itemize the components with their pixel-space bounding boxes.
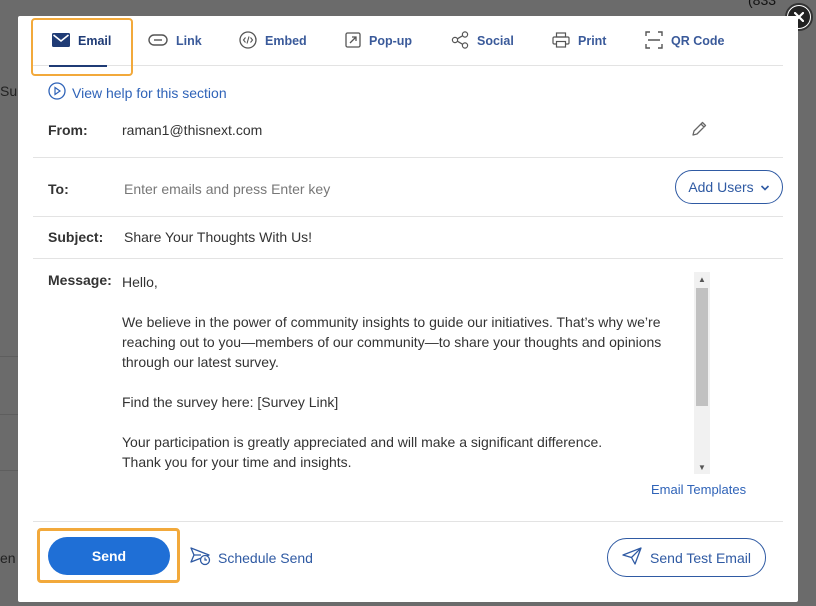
message-paragraph: Find the survey here: [Survey Link] [122, 394, 339, 410]
share-tabs: Email Link Embed Pop-up Social Print QR … [33, 16, 783, 67]
background-text-fragment: en [0, 550, 16, 566]
active-tab-indicator [49, 65, 107, 67]
view-help-label: View help for this section [72, 84, 227, 101]
link-icon [148, 33, 168, 49]
schedule-send-icon [190, 546, 212, 569]
schedule-send-button[interactable]: Schedule Send [190, 546, 313, 569]
subject-label: Subject: [48, 229, 104, 245]
message-paragraph: Hello, [122, 274, 158, 290]
message-textarea[interactable]: Hello, We believe in the power of commun… [122, 272, 692, 472]
printer-icon [552, 31, 570, 51]
tab-popup-label: Pop-up [369, 34, 413, 48]
schedule-send-label: Schedule Send [218, 549, 313, 566]
email-templates-link[interactable]: Email Templates [651, 482, 746, 497]
popup-icon [345, 31, 361, 51]
tab-qr-code-label: QR Code [671, 34, 725, 48]
qr-frame-icon [645, 30, 663, 52]
tab-embed[interactable]: Embed [239, 28, 307, 54]
background-text-fragment: Su [0, 83, 18, 99]
envelope-icon [52, 32, 70, 50]
tab-link[interactable]: Link [148, 28, 202, 54]
from-value: raman1@thisnext.com [122, 122, 263, 138]
scroll-up-arrow-icon[interactable]: ▲ [694, 272, 710, 286]
play-circle-icon [48, 82, 66, 103]
pencil-icon[interactable] [690, 120, 708, 143]
view-help-link[interactable]: View help for this section [48, 82, 227, 103]
scroll-down-arrow-icon[interactable]: ▼ [694, 460, 710, 474]
background-text-fragment: (833 [748, 0, 777, 8]
tab-email-label: Email [78, 34, 112, 48]
tab-social[interactable]: Social [451, 28, 514, 54]
tab-print-label: Print [578, 34, 607, 48]
send-test-email-button[interactable]: Send Test Email [607, 538, 766, 577]
to-label: To: [48, 181, 69, 197]
tab-email[interactable]: Email [52, 28, 111, 54]
tab-link-label: Link [176, 34, 202, 48]
tab-print[interactable]: Print [552, 28, 606, 54]
code-icon [239, 30, 257, 52]
send-button[interactable]: Send [48, 537, 170, 575]
send-test-email-label: Send Test Email [650, 549, 751, 566]
add-users-label: Add Users [688, 179, 754, 195]
message-paragraph: Thank you for your time and insights. [122, 454, 352, 470]
tab-popup[interactable]: Pop-up [345, 28, 412, 54]
message-label: Message: [48, 272, 112, 288]
tab-embed-label: Embed [265, 34, 307, 48]
share-icon [451, 30, 469, 52]
subject-input[interactable]: Share Your Thoughts With Us! [124, 229, 312, 245]
to-email-input[interactable]: Enter emails and press Enter key [124, 181, 330, 197]
paper-plane-icon [622, 547, 642, 568]
message-paragraph: We believe in the power of community ins… [122, 314, 662, 370]
tab-qr-code[interactable]: QR Code [645, 28, 724, 54]
chevron-down-icon [760, 179, 770, 195]
message-paragraph: Your participation is greatly appreciate… [122, 434, 603, 450]
tab-social-label: Social [477, 34, 514, 48]
scrollbar-thumb[interactable] [696, 288, 708, 406]
share-dialog: Email Link Embed Pop-up Social Print QR … [18, 16, 798, 602]
from-label: From: [48, 122, 88, 138]
add-users-button[interactable]: Add Users [675, 170, 783, 204]
